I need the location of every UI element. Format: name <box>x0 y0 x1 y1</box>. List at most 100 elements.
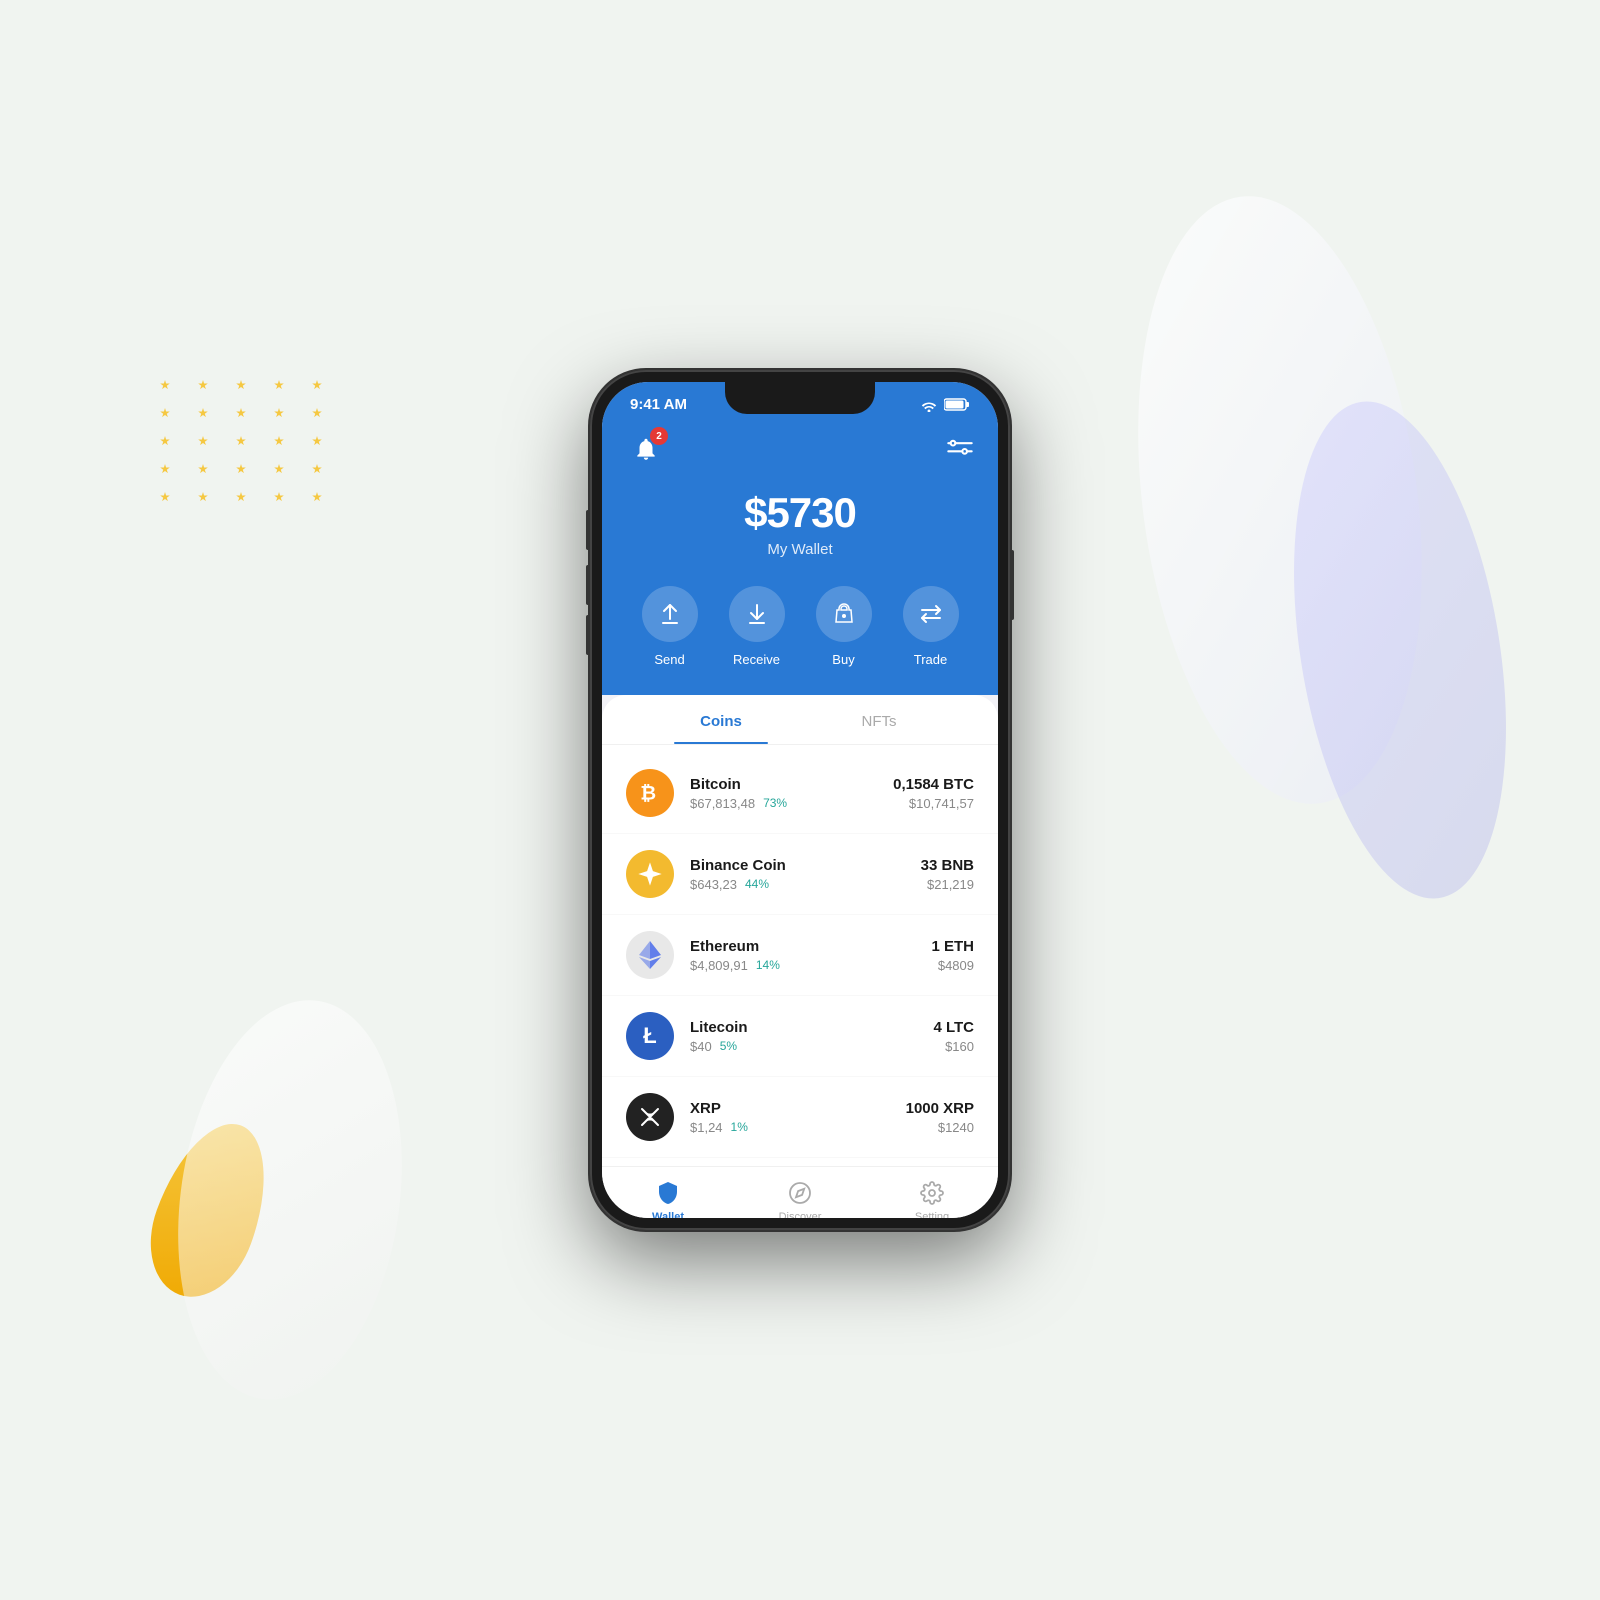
bitcoin-holdings: 0,1584 BTC $10,741,57 <box>893 776 974 811</box>
buy-label: Buy <box>832 652 854 667</box>
battery-icon <box>944 398 970 411</box>
coin-item-ltc[interactable]: Ł Litecoin $40 5% 4 LTC $160 <box>602 996 998 1077</box>
xrp-info: XRP $1,24 1% <box>690 1100 890 1135</box>
eth-price: $4,809,91 <box>690 958 748 973</box>
bnb-change: 44% <box>745 877 769 891</box>
ltc-info: Litecoin $40 5% <box>690 1019 917 1054</box>
phone-frame: 9:41 AM <box>590 370 1010 1230</box>
bnb-name: Binance Coin <box>690 857 905 874</box>
nav-wallet[interactable]: Wallet <box>602 1179 734 1218</box>
eth-amount: 1 ETH <box>931 938 974 955</box>
discover-nav-icon <box>786 1179 814 1207</box>
xrp-holdings: 1000 XRP $1240 <box>906 1100 974 1135</box>
trade-button[interactable]: Trade <box>903 586 959 667</box>
phone-screen: 9:41 AM <box>602 382 998 1218</box>
ltc-amount: 4 LTC <box>933 1019 974 1036</box>
header-section: 2 $5730 <box>602 421 998 695</box>
tab-nfts[interactable]: NFTs <box>800 695 958 744</box>
bitcoin-icon: ₿ <box>626 769 674 817</box>
eth-value: $4809 <box>931 958 974 973</box>
bitcoin-value: $10,741,57 <box>893 796 974 811</box>
trade-label: Trade <box>914 652 947 667</box>
eth-icon <box>626 931 674 979</box>
tab-coins[interactable]: Coins <box>642 695 800 744</box>
main-content: Coins NFTs ₿ Bitcoin <box>602 695 998 1218</box>
filter-icon <box>946 435 974 463</box>
buy-button[interactable]: Buy <box>816 586 872 667</box>
phone-mockup: 9:41 AM <box>590 370 1010 1230</box>
ltc-icon: Ł <box>626 1012 674 1060</box>
coin-item-xrp[interactable]: XRP $1,24 1% 1000 XRP $1240 <box>602 1077 998 1158</box>
eth-change: 14% <box>756 958 780 972</box>
wallet-nav-icon <box>654 1179 682 1207</box>
wallet-nav-label: Wallet <box>652 1211 684 1218</box>
bnb-info: Binance Coin $643,23 44% <box>690 857 905 892</box>
decorative-ribbon-3 <box>149 974 431 1426</box>
trade-icon <box>919 602 943 626</box>
ltc-price: $40 <box>690 1039 712 1054</box>
svg-text:₿: ₿ <box>640 783 656 805</box>
bnb-amount: 33 BNB <box>921 857 974 874</box>
coin-item-bnb[interactable]: Binance Coin $643,23 44% 33 BNB $21,219 <box>602 834 998 915</box>
bnb-value: $21,219 <box>921 877 974 892</box>
send-icon <box>658 602 682 626</box>
ltc-change: 5% <box>720 1039 737 1053</box>
bnb-holdings: 33 BNB $21,219 <box>921 857 974 892</box>
tabs: Coins NFTs <box>602 695 998 745</box>
setting-nav-icon <box>918 1179 946 1207</box>
discover-nav-label: Discover <box>779 1211 822 1218</box>
buy-icon-bg <box>816 586 872 642</box>
status-time: 9:41 AM <box>630 396 687 413</box>
balance-amount: $5730 <box>626 489 974 537</box>
bnb-icon <box>626 850 674 898</box>
buy-icon <box>832 602 856 626</box>
bitcoin-name: Bitcoin <box>690 776 877 793</box>
trade-icon-bg <box>903 586 959 642</box>
bitcoin-amount: 0,1584 BTC <box>893 776 974 793</box>
xrp-price: $1,24 <box>690 1120 723 1135</box>
ltc-name: Litecoin <box>690 1019 917 1036</box>
filter-button[interactable] <box>946 435 974 463</box>
xrp-price-row: $1,24 1% <box>690 1120 890 1135</box>
xrp-value: $1240 <box>906 1120 974 1135</box>
coin-list: ₿ Bitcoin $67,813,48 73% 0,1584 BTC <box>602 745 998 1166</box>
phone-notch <box>725 382 875 414</box>
coin-item-btc[interactable]: ₿ Bitcoin $67,813,48 73% 0,1584 BTC <box>602 753 998 834</box>
balance-section: $5730 My Wallet <box>626 489 974 558</box>
bottom-nav: Wallet Discover <box>602 1166 998 1218</box>
ltc-holdings: 4 LTC $160 <box>933 1019 974 1054</box>
bitcoin-change: 73% <box>763 796 787 810</box>
status-icons <box>920 398 970 412</box>
coin-item-eth[interactable]: Ethereum $4,809,91 14% 1 ETH $4809 <box>602 915 998 996</box>
xrp-amount: 1000 XRP <box>906 1100 974 1117</box>
setting-nav-label: Setting <box>915 1211 949 1218</box>
notification-badge: 2 <box>650 427 668 445</box>
send-button[interactable]: Send <box>642 586 698 667</box>
ltc-value: $160 <box>933 1039 974 1054</box>
xrp-name: XRP <box>690 1100 890 1117</box>
bitcoin-info: Bitcoin $67,813,48 73% <box>690 776 877 811</box>
bitcoin-price-row: $67,813,48 73% <box>690 796 877 811</box>
eth-info: Ethereum $4,809,91 14% <box>690 938 915 973</box>
send-label: Send <box>654 652 684 667</box>
receive-icon-bg <box>729 586 785 642</box>
bnb-price: $643,23 <box>690 877 737 892</box>
receive-icon <box>745 602 769 626</box>
receive-button[interactable]: Receive <box>729 586 785 667</box>
nav-setting[interactable]: Setting <box>866 1179 998 1218</box>
eth-holdings: 1 ETH $4809 <box>931 938 974 973</box>
receive-label: Receive <box>733 652 780 667</box>
action-buttons: Send Receive <box>626 586 974 667</box>
send-icon-bg <box>642 586 698 642</box>
eth-price-row: $4,809,91 14% <box>690 958 915 973</box>
xrp-icon <box>626 1093 674 1141</box>
xrp-change: 1% <box>731 1120 748 1134</box>
balance-label: My Wallet <box>626 541 974 558</box>
eth-name: Ethereum <box>690 938 915 955</box>
nav-discover[interactable]: Discover <box>734 1179 866 1218</box>
header-top: 2 <box>626 421 974 489</box>
wifi-icon <box>920 398 938 412</box>
decorative-dots <box>160 380 332 502</box>
notification-button[interactable]: 2 <box>626 429 666 469</box>
bnb-price-row: $643,23 44% <box>690 877 905 892</box>
